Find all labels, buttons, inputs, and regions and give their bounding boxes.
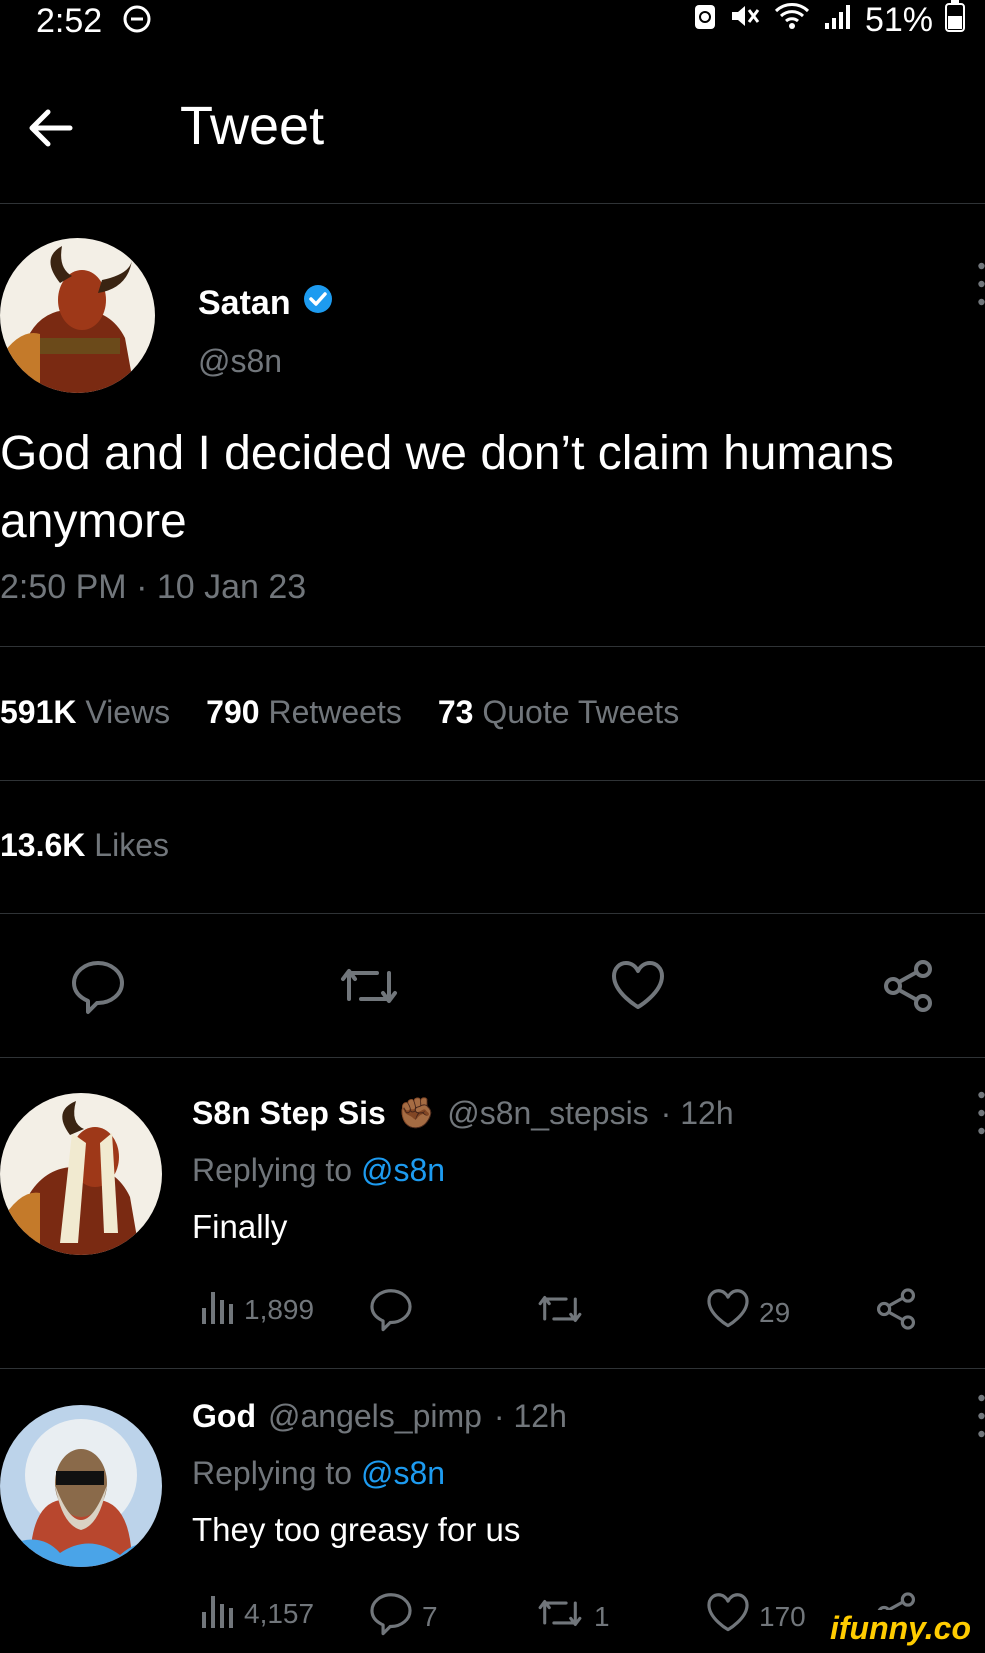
like-heart-icon[interactable] [609,957,667,1015]
replying-to-link[interactable]: @s8n [361,1152,445,1188]
author-avatar[interactable] [0,238,155,393]
reply-author-name[interactable]: God [192,1398,256,1435]
reply-age: · 12h [660,1095,734,1131]
more-options-icon[interactable] [978,262,985,306]
reply-header: God @angels_pimp · 12h [192,1398,567,1435]
engagement-stats: 591K Views 790 Retweets 73 Quote Tweets [0,694,679,731]
quote-tweets-stat[interactable]: 73 Quote Tweets [438,694,679,731]
wifi-icon [773,1,811,40]
reply-views[interactable]: 1,899 [200,1286,314,1333]
retweet-icon [534,1590,586,1643]
status-bar-time: 2:52 [36,2,152,43]
reply-share-icon[interactable] [873,1286,919,1332]
author-name-row[interactable]: Satan [198,284,333,323]
reply-text: They too greasy for us [192,1511,521,1548]
reply-author-name[interactable]: S8n Step Sis [192,1095,386,1132]
reply-like-button[interactable]: 170 [705,1590,806,1643]
views-chart-icon [200,1286,236,1333]
battery-percent: 51% [864,1,933,39]
reply-icon[interactable] [69,957,127,1015]
reply-text: Finally [192,1208,288,1245]
reply-avatar[interactable] [0,1405,162,1567]
reply-divider [0,1368,985,1369]
retweet-icon[interactable] [335,957,403,1015]
replying-to-line: Replying to @s8n [192,1152,446,1188]
header-divider [0,203,985,204]
tweet-timestamp[interactable]: 2:50 PM · 10 Jan 23 [0,568,306,607]
reply-retweet-button[interactable]: 1 [534,1590,610,1643]
reply-views[interactable]: 4,157 [200,1590,314,1637]
likes-stat[interactable]: 13.6K Likes [0,827,169,864]
reply-more-options-icon[interactable] [978,1091,985,1135]
replying-to-link[interactable]: @s8n [361,1455,445,1491]
reply-author-handle[interactable]: @angels_pimp [268,1398,482,1435]
do-not-disturb-icon [122,4,152,43]
tweet-text: God and I decided we don’t claim humans … [0,427,894,548]
reply-avatar[interactable] [0,1093,162,1255]
recycle-icon [693,1,717,40]
reply-like-button[interactable]: 29 [705,1286,790,1339]
stats-divider-middle [0,780,985,781]
like-heart-icon [705,1590,751,1643]
reply-header: S8n Step Sis ✊🏾 @s8n_stepsis · 12h [192,1095,734,1132]
stats-divider-bottom [0,913,985,914]
stats-divider-top [0,646,985,647]
ifunny-watermark: ifunny.co [823,1610,977,1647]
reply-icon [368,1590,414,1643]
raised-fist-emoji: ✊🏾 [397,1097,436,1130]
actions-divider [0,1057,985,1058]
reply-author-handle[interactable]: @s8n_stepsis [447,1095,648,1132]
retweets-stat[interactable]: 790 Retweets [206,694,402,731]
signal-icon [823,1,853,40]
back-arrow-icon[interactable] [22,100,78,156]
reply-retweet-button[interactable] [534,1286,594,1339]
reply-age: · 12h [493,1398,567,1434]
like-heart-icon [705,1286,751,1339]
battery-icon [945,0,965,41]
status-bar-icons: 51% [693,0,965,41]
views-chart-icon [200,1590,236,1637]
share-icon[interactable] [879,957,937,1015]
page-title: Tweet [180,96,325,156]
reply-more-options-icon[interactable] [978,1394,985,1438]
retweet-icon [534,1286,586,1339]
views-stat[interactable]: 591K Views [0,694,170,731]
author-handle[interactable]: @s8n [198,343,282,380]
reply-reply-button[interactable]: 7 [368,1590,438,1643]
mute-icon [729,1,761,40]
verified-badge-icon [303,284,333,323]
replying-to-line: Replying to @s8n [192,1455,446,1491]
reply-icon [368,1286,414,1339]
reply-reply-button[interactable] [368,1286,422,1339]
likes-stat-row: 13.6K Likes [0,827,169,864]
author-name[interactable]: Satan [198,284,291,323]
